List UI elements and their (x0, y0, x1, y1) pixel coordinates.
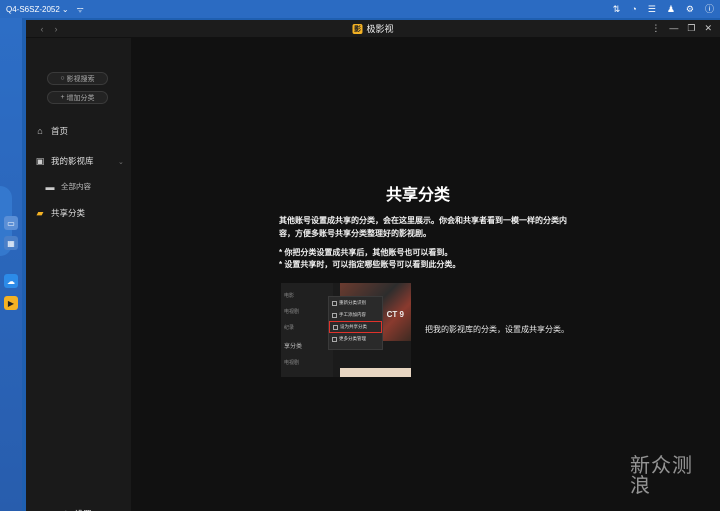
watermark: 新众测 浪 (630, 456, 693, 496)
monitor-icon[interactable]: ▭ (4, 216, 18, 230)
chevron-down-icon[interactable]: ⌄ (118, 158, 124, 166)
wifi-icon[interactable]: ᯤ (77, 4, 84, 15)
maximize-icon[interactable]: ❐ (687, 23, 695, 34)
preview-menu-item: 重新分类识别 (329, 297, 382, 309)
menu-item-icon (333, 324, 338, 330)
plus-icon: + (60, 94, 65, 101)
app-title: 影 极影视 (352, 22, 394, 35)
sidebar-item-all-content[interactable]: ▬ 全部内容 (45, 181, 92, 192)
search-icon: ○ (60, 75, 65, 82)
preview-menu-item-highlighted: 设为共享分类 (329, 321, 382, 333)
menu-item-icon (332, 312, 337, 318)
preview-list: 电影 电视剧 纪录 享分类 电视剧 (281, 283, 333, 377)
cloud-app-icon[interactable]: ☁ (4, 274, 18, 288)
nas-name: Q4-S6SZ-2052 (6, 4, 60, 14)
sidebar-item-shared[interactable]: ▰ 共享分类 (35, 207, 85, 219)
apps-grid-icon[interactable]: ▦ (4, 236, 18, 250)
preview-list-item: 纪录 (284, 325, 295, 331)
app-window: ‹ › 影 极影视 ⋮ — ❐ ✕ ○ 影视搜索 + 增加分类 ⌂ 首页 ▣ 我… (26, 20, 720, 511)
menu-item-icon (332, 336, 337, 342)
sidebar: ○ 影视搜索 + 增加分类 ⌂ 首页 ▣ 我的影视库 ⌄ ▬ 全部内容 ▰ 共享… (26, 38, 131, 511)
minimize-icon[interactable]: — (669, 23, 678, 34)
add-category-label: 增加分类 (66, 94, 95, 102)
menu-item-icon (332, 300, 337, 306)
preview-menu-item: 更多分类管理 (329, 333, 382, 345)
sidebar-item-label: 共享分类 (51, 208, 86, 218)
video-app-icon[interactable]: ▶ (4, 296, 18, 310)
more-menu-icon[interactable]: ⋮ (651, 23, 660, 34)
watermark-brand: 众测 (651, 455, 693, 477)
nas-name-dropdown[interactable]: Q4-S6SZ-2052 ⌄ (6, 5, 69, 14)
app-logo-icon: 影 (352, 23, 363, 34)
gear-icon[interactable]: ⚙ (686, 4, 694, 14)
preview-caption: 把我的影视库的分类，设置成共享分类。 (425, 325, 569, 334)
tip-line: * 你把分类设置成共享后，其他账号也可以看到。 (279, 248, 453, 257)
preview-menu-item: 手工添加内容 (329, 309, 382, 321)
preview-strip (340, 368, 411, 377)
sidebar-item-label: 首页 (51, 126, 69, 136)
tips: * 你把分类设置成共享后，其他账号也可以看到。 * 设置共享时，可以指定哪些账号… (279, 247, 579, 271)
tutorial-screenshot: 电影 电视剧 纪录 享分类 电视剧 CT 9 重新分类识别 手工添加内容 设为共… (281, 283, 411, 377)
home-icon: ⌂ (37, 126, 43, 136)
search-button[interactable]: ○ 影视搜索 (47, 72, 108, 85)
description-line: 其他账号设置成共享的分类，会在这里展示。你会和共享者看到一模一样的分类内 (279, 216, 567, 225)
description: 其他账号设置成共享的分类，会在这里展示。你会和共享者看到一模一样的分类内 容，方… (279, 214, 579, 240)
transfer-icon[interactable]: ⇅ (613, 4, 621, 14)
sidebar-item-home[interactable]: ⌂ 首页 (35, 125, 68, 137)
description-line: 容，方便多账号共享分类整理好的影视剧。 (279, 229, 431, 238)
sidebar-item-label: 全部内容 (61, 182, 91, 191)
watermark-char: 浪 (630, 475, 651, 497)
back-icon[interactable]: ‹ (36, 24, 48, 34)
add-category-button[interactable]: + 增加分类 (47, 91, 108, 104)
main-content: 共享分类 其他账号设置成共享的分类，会在这里展示。你会和共享者看到一模一样的分类… (131, 38, 720, 511)
app-title-text: 极影视 (366, 24, 394, 34)
watermark-char: 新 (630, 455, 651, 477)
sidebar-item-label: 我的影视库 (51, 156, 94, 166)
poster-text: CT 9 (386, 310, 404, 319)
film-icon: ▣ (35, 155, 45, 166)
folder-icon: ▰ (36, 207, 44, 218)
page-title: 共享分类 (386, 187, 451, 204)
system-tray: ⇅ ◔ ☰ ♟ ⚙ ⓘ (613, 4, 714, 14)
search-label: 影视搜索 (66, 75, 95, 83)
info-icon[interactable]: ⓘ (705, 4, 714, 14)
preview-list-item: 电影 (284, 293, 295, 299)
preview-context-menu: 重新分类识别 手工添加内容 设为共享分类 更多分类管理 (328, 296, 383, 350)
close-icon[interactable]: ✕ (704, 23, 712, 34)
desktop-dock: ▭ ▦ ☁ ▶ (0, 18, 22, 511)
sidebar-item-library[interactable]: ▣ 我的影视库 (35, 155, 94, 167)
list-icon[interactable]: ☰ (648, 4, 656, 14)
preview-list-item: 电视剧 (284, 309, 300, 315)
tip-line: * 设置共享时，可以指定哪些账号可以看到此分类。 (279, 260, 461, 269)
tv-icon: ▬ (45, 181, 55, 192)
preview-list-item: 享分类 (284, 344, 303, 350)
chevron-down-icon: ⌄ (61, 4, 69, 14)
speedometer-icon[interactable]: ◔ (631, 4, 636, 14)
preview-list-item: 电视剧 (284, 360, 300, 366)
title-bar: ‹ › 影 极影视 ⋮ — ❐ ✕ (26, 20, 720, 38)
forward-icon[interactable]: › (50, 24, 62, 34)
os-taskbar: Q4-S6SZ-2052 ⌄ ᯤ ⇅ ◔ ☰ ♟ ⚙ ⓘ (0, 0, 720, 18)
user-icon[interactable]: ♟ (667, 4, 675, 14)
